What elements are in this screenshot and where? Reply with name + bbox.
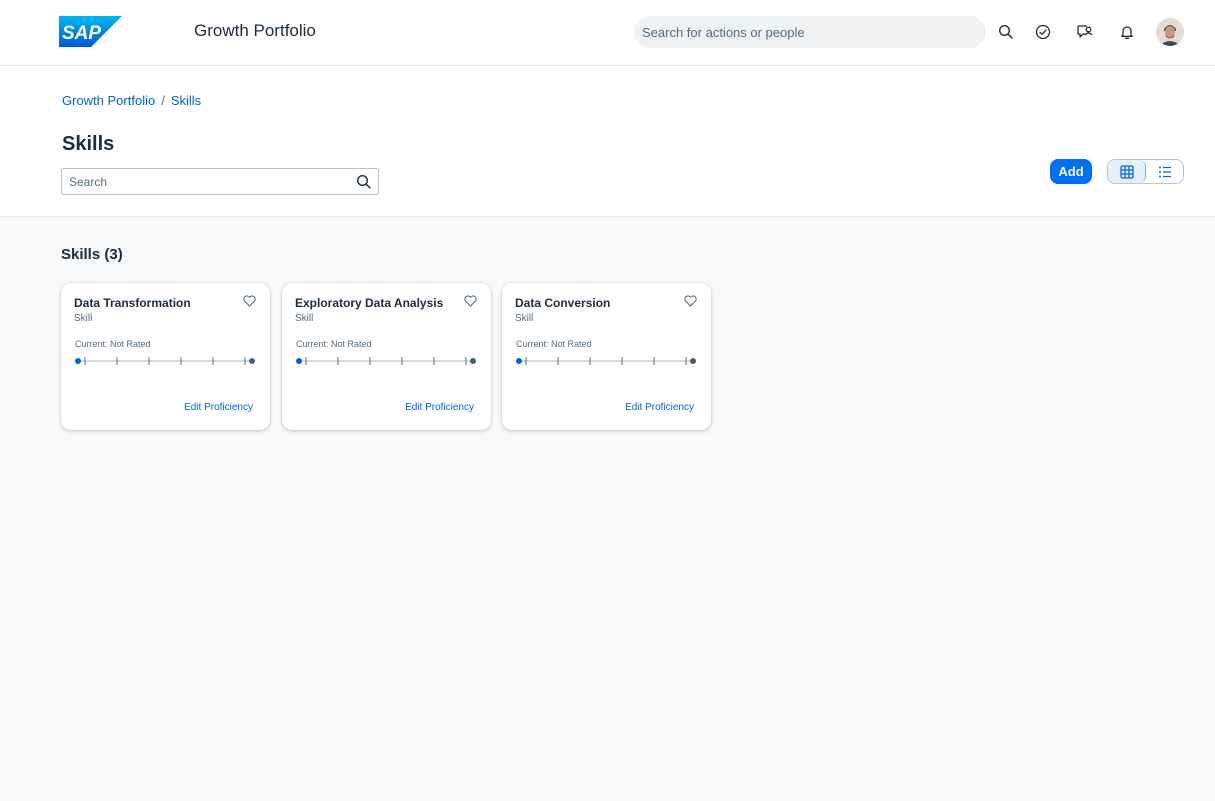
breadcrumb: Growth Portfolio / Skills	[62, 93, 201, 108]
user-avatar[interactable]	[1156, 18, 1184, 46]
page-title: Skills	[62, 133, 115, 155]
current-rating-label: Current: Not Rated	[516, 339, 592, 349]
sap-logo[interactable]: SAP	[59, 16, 122, 47]
skills-search-input[interactable]	[62, 169, 352, 194]
sap-logo-text: SAP	[62, 23, 101, 44]
list-view-icon[interactable]	[1146, 160, 1183, 183]
proficiency-slider[interactable]	[516, 356, 697, 366]
grid-view-icon[interactable]	[1108, 160, 1146, 183]
proficiency-slider[interactable]	[296, 356, 477, 366]
skill-card[interactable]: Data Transformation Skill Current: Not R…	[61, 283, 270, 430]
chat-person-icon[interactable]	[1074, 21, 1096, 43]
skill-card-title: Exploratory Data Analysis	[295, 296, 444, 310]
skills-count-title: Skills (3)	[61, 246, 123, 263]
view-mode-toggle	[1107, 159, 1184, 184]
proficiency-slider[interactable]	[75, 356, 256, 366]
skill-card[interactable]: Data Conversion Skill Current: Not Rated…	[502, 283, 711, 430]
skill-card-title: Data Conversion	[515, 296, 611, 310]
edit-proficiency-link[interactable]: Edit Proficiency	[184, 402, 253, 413]
skill-card-subtitle: Skill	[295, 313, 314, 324]
search-icon[interactable]	[356, 174, 372, 190]
favorite-heart-icon[interactable]	[243, 295, 256, 307]
global-search-input[interactable]	[634, 16, 986, 48]
skill-card-subtitle: Skill	[515, 313, 534, 324]
current-rating-label: Current: Not Rated	[296, 339, 372, 349]
edit-proficiency-link[interactable]: Edit Proficiency	[405, 402, 474, 413]
breadcrumb-separator: /	[161, 93, 165, 108]
skill-card-title: Data Transformation	[74, 296, 191, 310]
favorite-heart-icon[interactable]	[684, 295, 697, 307]
bell-icon[interactable]	[1116, 21, 1138, 43]
search-icon[interactable]	[995, 21, 1017, 43]
skills-search-field[interactable]	[61, 168, 379, 195]
favorite-heart-icon[interactable]	[464, 295, 477, 307]
shell-bar: SAP Growth Portfolio	[0, 0, 1215, 66]
skill-card[interactable]: Exploratory Data Analysis Skill Current:…	[282, 283, 491, 430]
app-title: Growth Portfolio	[194, 21, 316, 40]
breadcrumb-link-skills[interactable]: Skills	[171, 93, 201, 108]
breadcrumb-link-growth-portfolio[interactable]: Growth Portfolio	[62, 93, 155, 108]
check-circle-icon[interactable]	[1032, 21, 1054, 43]
edit-proficiency-link[interactable]: Edit Proficiency	[625, 402, 694, 413]
current-rating-label: Current: Not Rated	[75, 339, 151, 349]
add-button[interactable]: Add	[1050, 159, 1092, 184]
page-header: Growth Portfolio / Skills Skills Add	[0, 66, 1215, 217]
skill-card-subtitle: Skill	[74, 313, 93, 324]
